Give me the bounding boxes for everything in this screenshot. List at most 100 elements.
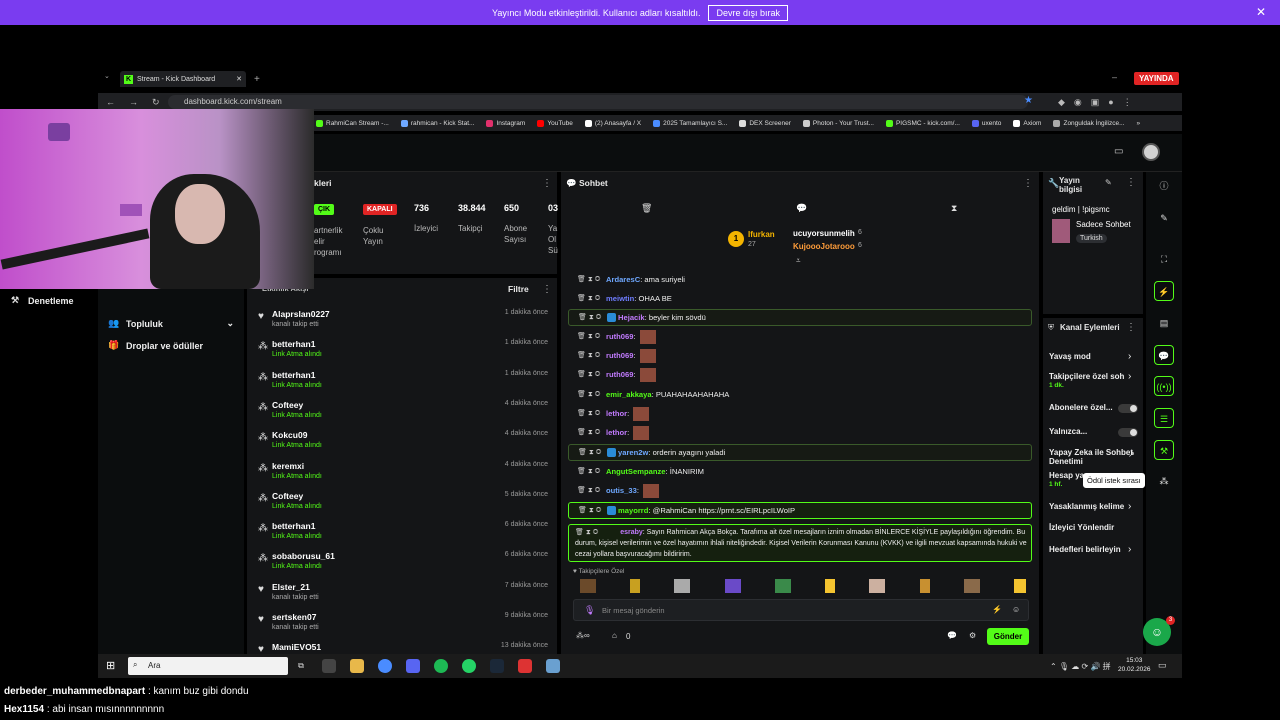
chat-username[interactable]: mayorrd <box>618 506 648 515</box>
activity-item[interactable]: ♥ Alaprslan0227 kanalı takip etti 1 dakika … <box>258 309 553 339</box>
browser-tab[interactable]: K Stream - Kick Dashboard ✕ <box>120 71 246 87</box>
chevron-right-icon[interactable]: › <box>1128 501 1131 512</box>
activity-item[interactable]: ⁂ betterhan1 Link Atma alındı 6 dakika önce <box>258 521 553 551</box>
activity-item[interactable]: ⁂ Cofteey Link Atma alındı 4 dakika önce <box>258 400 553 430</box>
sidebar-item-topluluk[interactable]: 👥 Topluluk ⌄ <box>108 318 234 329</box>
app-icon[interactable] <box>518 659 532 673</box>
reward-queue-icon[interactable]: ⁂ <box>1154 471 1174 491</box>
activity-item[interactable]: ⁂ betterhan1 Link Atma alındı 1 dakika önce <box>258 370 553 400</box>
edit-icon[interactable]: ✎ <box>1105 178 1112 187</box>
emote[interactable] <box>869 579 886 593</box>
sidebar-item-droplar[interactable]: 🎁 Droplar ve ödüller <box>108 340 234 351</box>
bookmark-item[interactable]: Zonguldak İngilizce... <box>1053 119 1125 127</box>
profile-icon[interactable]: ● <box>1108 97 1113 108</box>
avatar[interactable] <box>1142 143 1160 161</box>
external-link-icon[interactable]: ↗ <box>1128 450 1135 459</box>
emote[interactable] <box>1013 579 1026 593</box>
notifications-icon[interactable]: ▭ <box>1158 660 1167 671</box>
chevron-right-icon[interactable]: › <box>1128 351 1131 362</box>
bookmark-item[interactable]: rahmican - Kick Stat... <box>400 119 474 127</box>
activity-item[interactable]: ♥ sertsken07 kanalı takip etti 9 dakika önc… <box>258 612 553 642</box>
bookmark-item[interactable]: Photon - Your Trust... <box>802 119 874 127</box>
chat-username[interactable]: AngutSempanze <box>606 467 666 476</box>
disable-streamer-mode-button[interactable]: Devre dışı bırak <box>708 4 788 21</box>
chat-username[interactable]: esraby <box>620 529 643 536</box>
chat-username[interactable]: meiwtin <box>606 294 634 303</box>
activity-username[interactable]: betterhan1 <box>272 521 315 531</box>
activity-username[interactable]: Cofteey <box>272 400 303 410</box>
extension-icon[interactable]: ◆ <box>1058 97 1065 108</box>
send-button[interactable]: Gönder <box>987 628 1029 645</box>
second-gifter-name[interactable]: ucuyorsunmelih <box>793 229 855 238</box>
bookmark-item[interactable]: YouTube <box>537 119 573 127</box>
chat-username[interactable]: ruth069 <box>606 332 633 341</box>
category-name[interactable]: Sadece Sohbet <box>1076 220 1131 229</box>
channel-points-icon[interactable]: ⁂∞ <box>576 631 590 640</box>
bookmark-item[interactable]: RahmiCan Stream -... <box>316 119 389 127</box>
app-icon[interactable] <box>322 659 336 673</box>
activity-username[interactable]: betterhan1 <box>272 339 315 349</box>
mod-actions-icon[interactable]: 🗑 ⧗ ◎ <box>568 351 606 360</box>
chat-username[interactable]: ruth069 <box>606 370 633 379</box>
minimize-icon[interactable]: – <box>1112 72 1117 82</box>
emote[interactable] <box>674 579 691 593</box>
expand-icon[interactable]: ⛶ <box>1154 249 1174 269</box>
chat-username[interactable]: ruth069 <box>606 351 633 360</box>
mod-actions-icon[interactable]: 🗑 ⧗ ◎ <box>568 467 606 476</box>
queue-icon[interactable]: ☰ <box>1154 408 1174 428</box>
activity-username[interactable]: betterhan1 <box>272 370 315 380</box>
chat-icon[interactable]: 💬 <box>1154 345 1174 365</box>
mod-actions-icon[interactable]: 🗑 ⧗ ◎ <box>569 506 607 515</box>
hammer-icon[interactable]: ⚒ <box>1154 440 1174 460</box>
mod-actions-icon[interactable]: 🗑 ⧗ ◎ <box>568 332 606 341</box>
close-tab-icon[interactable]: ✕ <box>236 75 242 83</box>
chat-bubble-icon[interactable]: 💬 <box>796 203 807 214</box>
discord-icon[interactable] <box>406 659 420 673</box>
chat-username[interactable]: emir_akkaya <box>606 390 652 399</box>
bookmark-item[interactable]: Instagram <box>486 119 525 127</box>
info-icon[interactable]: ⓘ <box>1154 176 1174 196</box>
store-icon[interactable]: ⌂ <box>612 631 617 640</box>
activity-username[interactable]: Kokcu09 <box>272 430 307 440</box>
filter-button[interactable]: Filtre <box>508 284 529 294</box>
menu-icon[interactable]: ⋮ <box>1123 97 1132 108</box>
chat-username[interactable]: ArdaresC <box>606 275 640 284</box>
windows-start-icon[interactable]: ⊞ <box>106 659 115 672</box>
more-icon[interactable]: ⋮ <box>542 178 552 189</box>
toggle-switch[interactable] <box>1118 428 1138 437</box>
file-explorer-icon[interactable] <box>350 659 364 673</box>
channel-action-item[interactable]: Takipçilere özel soh 1 dk. <box>1049 372 1139 390</box>
system-tray-icons[interactable]: ⌃ 🎙 ☁ ⟳ 🔊 拼 <box>1050 661 1111 672</box>
mod-actions-icon[interactable]: 🗑 ⧗ ◎ <box>575 529 598 536</box>
chat-username[interactable]: Hejacik <box>618 313 645 322</box>
toggle-switch[interactable] <box>1118 404 1138 413</box>
taskbar-clock[interactable]: 15:03 20.02.2026 <box>1118 656 1151 674</box>
spotify-icon[interactable] <box>434 659 448 673</box>
bookmark-item[interactable]: PIGSMC - kick.com/... <box>885 119 960 127</box>
more-icon[interactable]: ⋮ <box>1126 177 1136 188</box>
activity-username[interactable]: MamiEVO51 <box>272 642 321 652</box>
activity-username[interactable]: Cofteey <box>272 491 303 501</box>
activity-item[interactable]: ⁂ keremxi Link Atma alındı 4 dakika önce <box>258 461 553 491</box>
emote[interactable] <box>724 579 741 593</box>
url-input[interactable]: dashboard.kick.com/stream <box>168 95 1028 109</box>
channel-action-item[interactable]: İzleyici Yönlendir <box>1049 523 1139 532</box>
channel-action-item[interactable]: Yasaklanmış kelime <box>1049 502 1139 511</box>
emote[interactable] <box>774 579 791 593</box>
mod-actions-icon[interactable]: 🗑 ⧗ ◎ <box>568 275 606 284</box>
emote[interactable] <box>963 579 980 593</box>
edit-icon[interactable]: ✎ <box>1154 208 1174 228</box>
activity-item[interactable]: ⁂ Kokcu09 Link Atma alındı 4 dakika önce <box>258 430 553 460</box>
bookmark-item[interactable]: uxento <box>971 119 1001 127</box>
activity-item[interactable]: ⁂ betterhan1 Link Atma alındı 1 dakika önce <box>258 339 553 369</box>
whatsapp-icon[interactable] <box>462 659 476 673</box>
chat-input-box[interactable]: 🎙 Bir mesaj gönderin ⚡ ☺ <box>573 599 1029 621</box>
more-icon[interactable]: ⋮ <box>1023 178 1033 189</box>
activity-item[interactable]: ⁂ sobaborusu_61 Link Atma alındı 6 dakika ö… <box>258 551 553 581</box>
more-icon[interactable]: ⋮ <box>542 284 552 295</box>
emote[interactable] <box>825 579 836 593</box>
bookmark-item[interactable]: Axiom <box>1013 119 1041 127</box>
commands-icon[interactable]: ⚡ <box>992 605 1002 614</box>
activity-username[interactable]: Elster_21 <box>272 582 310 592</box>
mod-actions-icon[interactable]: 🗑 ⧗ ◎ <box>568 428 606 437</box>
